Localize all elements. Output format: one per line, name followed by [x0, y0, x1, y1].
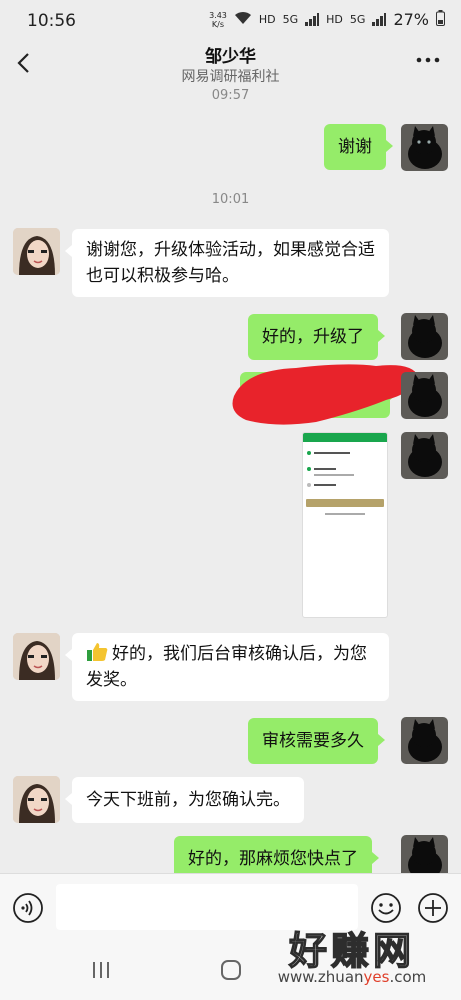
image-message[interactable]	[302, 432, 388, 618]
hd-label-2: HD	[326, 13, 343, 26]
message-bubble-self[interactable]: 好的，升级了	[248, 314, 385, 360]
network-5g-label-1: 5G	[282, 13, 299, 26]
net-speed-value: 3.43	[209, 10, 227, 20]
redaction-scribble	[232, 364, 418, 425]
hd-label-1: HD	[258, 13, 276, 26]
image-text-line	[325, 513, 365, 515]
self-avatar[interactable]	[401, 717, 448, 764]
watermark: 好赚网 www.zhuanyes.com	[252, 920, 452, 992]
message-bubble-contact[interactable]: 好的，我们后台审核确认后，为您发奖。	[65, 633, 389, 701]
voice-icon[interactable]	[12, 892, 44, 924]
image-text-line	[314, 452, 350, 454]
wifi-icon	[234, 11, 252, 28]
recent-apps-icon[interactable]	[90, 959, 112, 981]
step-dot-1	[307, 451, 311, 455]
self-avatar[interactable]	[401, 432, 448, 479]
self-avatar[interactable]	[401, 124, 448, 171]
watermark-url-prefix: www.zhuan	[277, 968, 364, 986]
step-dot-3	[307, 483, 311, 487]
status-bar: 10:56 3.43 K/s HD 5G HD 5G 27%	[0, 0, 461, 42]
image-text-line	[314, 474, 354, 476]
network-5g-label-2: 5G	[349, 13, 366, 26]
chat-title: 邹少华	[205, 47, 256, 67]
message-bubble-contact[interactable]: 今天下班前，为您确认完。	[65, 777, 304, 823]
signal-icon-2	[372, 13, 387, 26]
step-dot-2	[307, 467, 311, 471]
image-header-bar	[303, 433, 387, 442]
contact-avatar[interactable]	[13, 633, 60, 680]
home-icon[interactable]	[219, 958, 243, 982]
signal-icon	[305, 13, 320, 26]
message-bubble-self[interactable]: 审核需要多久	[248, 718, 385, 764]
self-avatar[interactable]	[401, 313, 448, 360]
message-text: 好的，我们后台审核确认后，为您发奖。	[86, 644, 367, 690]
watermark-url: www.zhuanyes.com	[252, 968, 452, 986]
timestamp-label: 09:57	[211, 88, 250, 103]
status-icons: 3.43 K/s HD 5G HD 5G 27%	[209, 10, 445, 29]
battery-icon	[436, 10, 445, 29]
image-text-line	[314, 484, 336, 486]
self-avatar[interactable]	[401, 372, 448, 419]
net-speed: 3.43 K/s	[209, 11, 227, 29]
chat-subtitle: 网易调研福利社	[181, 69, 280, 85]
watermark-url-accent: yes	[363, 968, 390, 986]
watermark-url-suffix: .com	[389, 968, 427, 986]
thumbs-up-icon	[86, 642, 108, 662]
timestamp-label: 10:01	[211, 192, 250, 207]
message-bubble-self[interactable]: 谢谢	[324, 124, 393, 170]
image-gold-button	[306, 499, 384, 507]
status-time: 10:56	[27, 11, 76, 31]
more-dots-icon[interactable]	[415, 50, 441, 70]
watermark-title: 好赚网	[288, 928, 415, 973]
net-speed-unit: K/s	[211, 19, 225, 29]
contact-avatar[interactable]	[13, 776, 60, 823]
image-text-line	[314, 468, 336, 470]
battery-percent: 27%	[393, 10, 429, 29]
chat-header: 邹少华 网易调研福利社	[0, 42, 461, 92]
message-bubble-contact[interactable]: 谢谢您，升级体验活动，如果感觉合适也可以积极参与哈。	[65, 229, 389, 297]
contact-avatar[interactable]	[13, 228, 60, 275]
